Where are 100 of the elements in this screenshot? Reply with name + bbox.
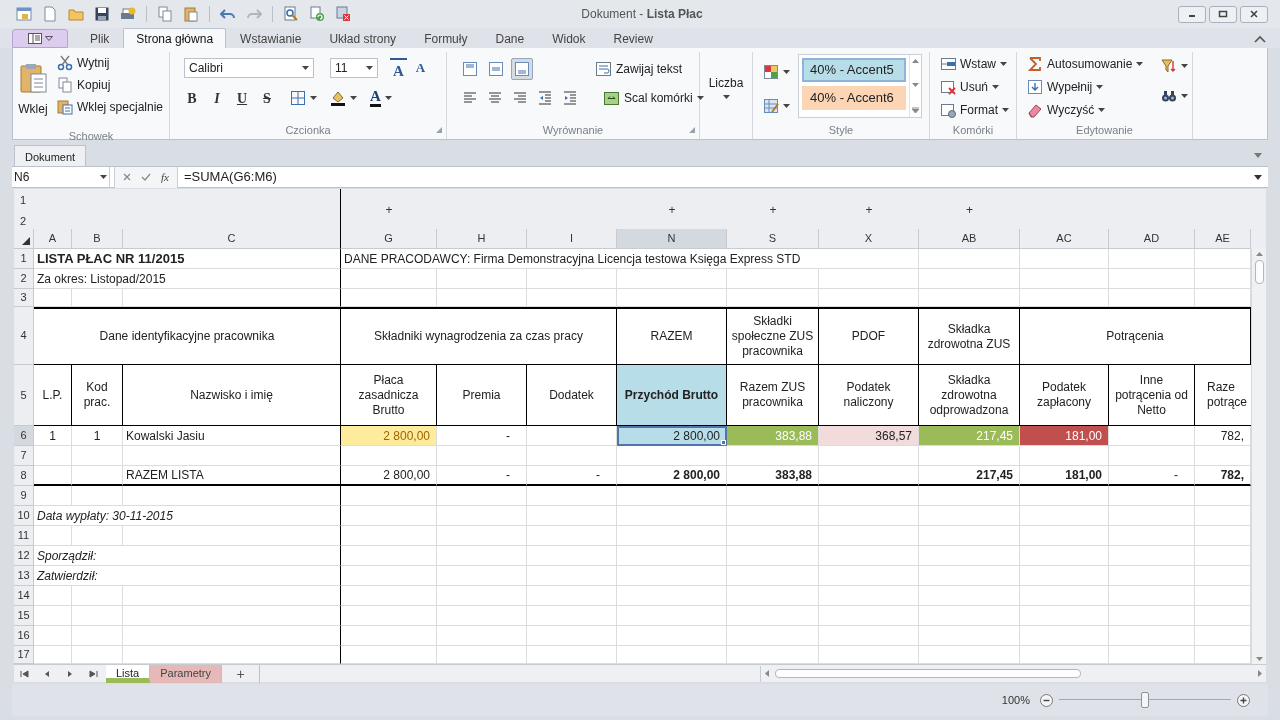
first-sheet-icon[interactable] — [20, 669, 29, 678]
zoom-slider[interactable] — [1059, 691, 1231, 709]
vertical-align-button[interactable] — [511, 58, 533, 80]
row-header[interactable]: 7 — [14, 446, 34, 466]
scroll-left-icon[interactable] — [765, 670, 769, 677]
clipboard-icon[interactable] — [183, 6, 199, 22]
bold-button[interactable]: B — [184, 88, 200, 108]
strikethrough-button[interactable]: S — [259, 88, 275, 108]
zoom-out-icon[interactable] — [1040, 693, 1053, 707]
conditional-format-button[interactable] — [761, 62, 792, 82]
align-center-icon[interactable] — [487, 90, 503, 106]
style-swatch[interactable]: 40% - Accent5 — [802, 58, 906, 82]
row-header[interactable]: 17 — [14, 646, 34, 664]
font-size-field[interactable]: 11 — [330, 58, 378, 78]
header-cell[interactable]: Nazwisko i imię — [123, 365, 341, 426]
header-cell[interactable]: Dodatek — [527, 365, 617, 426]
increase-indent-icon[interactable] — [562, 90, 578, 106]
table-cell[interactable]: 181,00 — [1020, 466, 1109, 486]
align-left-icon[interactable] — [462, 90, 478, 106]
row-header[interactable]: 9 — [14, 486, 34, 506]
scrollbar-thumb[interactable] — [775, 669, 1081, 678]
sheet-title[interactable]: LISTA PŁAC NR 11/2015 — [34, 249, 341, 269]
header-cell[interactable]: Podatek naliczony — [819, 365, 919, 426]
table-format-button[interactable] — [761, 96, 792, 116]
maximize-button[interactable] — [1209, 5, 1237, 23]
expand-group-button[interactable]: + — [383, 191, 395, 229]
close-button[interactable] — [1240, 5, 1268, 23]
zoom-in-icon[interactable] — [1237, 693, 1250, 707]
font-family-field[interactable]: Calibri — [184, 58, 314, 78]
new-document-icon[interactable] — [42, 6, 58, 22]
table-cell[interactable]: 2 800,00 — [341, 426, 437, 446]
ribbon-tab[interactable]: Plik — [76, 29, 124, 48]
paste-button[interactable]: Wklej — [17, 52, 49, 128]
ribbon-tab[interactable]: Dane — [481, 29, 539, 48]
column-header[interactable]: N — [617, 229, 727, 249]
merge-cells-button[interactable]: Scal komórki — [601, 88, 706, 108]
table-cell[interactable]: 383,88 — [727, 466, 819, 486]
add-sheet-button[interactable]: + — [222, 664, 260, 683]
slider-thumb[interactable] — [1141, 692, 1149, 708]
table-cell[interactable]: 1 — [72, 426, 123, 446]
scrollbar-thumb[interactable] — [1254, 260, 1264, 284]
header-cell[interactable]: Kod prac. — [72, 365, 123, 426]
expand-group-button[interactable]: + — [964, 191, 975, 229]
collapse-ribbon-icon[interactable] — [1254, 35, 1266, 43]
row-header[interactable]: 2 — [14, 269, 34, 289]
italic-button[interactable]: I — [209, 88, 225, 108]
last-sheet-icon[interactable] — [89, 669, 98, 678]
table-cell[interactable] — [123, 289, 341, 307]
table-cell[interactable]: DANE PRACODAWCY: Firma Demonstracyjna Licencja testowa Księga Express STD — [341, 249, 919, 269]
grow-font-button[interactable]: A — [390, 58, 407, 78]
close-document-icon[interactable] — [335, 6, 351, 22]
clear-button[interactable]: Wyczyść — [1025, 100, 1146, 120]
table-cell[interactable]: 368,57 — [819, 426, 919, 446]
column-header[interactable]: AE — [1195, 229, 1251, 249]
table-cell[interactable] — [123, 446, 341, 466]
style-swatch[interactable]: 40% - Accent6 — [802, 86, 906, 110]
row-header[interactable]: 4 — [14, 307, 34, 365]
header-cell[interactable]: RAZEM — [617, 307, 727, 365]
header-cell[interactable]: Inne potrącenia od Netto — [1109, 365, 1195, 426]
document-tab[interactable]: Dokument — [14, 145, 87, 166]
scroll-up-icon[interactable] — [1255, 252, 1263, 256]
table-cell[interactable]: - — [437, 466, 527, 486]
table-cell[interactable]: 2 800,00 — [617, 466, 727, 486]
header-cell[interactable]: Razem ZUS pracownika — [727, 365, 819, 426]
table-cell[interactable] — [123, 586, 341, 606]
table-cell[interactable]: RAZEM LISTA — [123, 466, 341, 486]
sheet-tab[interactable]: Lista — [106, 664, 151, 683]
shrink-font-button[interactable]: A — [412, 58, 429, 78]
row-header[interactable]: 6 — [14, 426, 34, 446]
refresh-icon[interactable] — [309, 6, 325, 22]
table-cell[interactable]: 181,00 — [1020, 426, 1109, 446]
column-header[interactable]: X — [819, 229, 919, 249]
row-header[interactable]: 14 — [14, 586, 34, 606]
table-cell[interactable]: Zatwierdził: — [34, 566, 341, 586]
view-menu-button[interactable] — [12, 29, 68, 48]
table-cell[interactable] — [123, 626, 341, 646]
table-cell[interactable]: 782, — [1195, 466, 1251, 486]
table-cell[interactable]: - — [527, 466, 617, 486]
row-header[interactable]: 12 — [14, 546, 34, 566]
table-cell[interactable]: - — [437, 426, 527, 446]
header-cell[interactable]: Potrącenia — [1020, 307, 1251, 365]
column-header[interactable]: A — [34, 229, 72, 249]
row-header[interactable]: 15 — [14, 606, 34, 626]
column-header[interactable]: AC — [1020, 229, 1109, 249]
more-icon[interactable] — [912, 107, 919, 113]
row-header[interactable]: 16 — [14, 626, 34, 646]
table-cell[interactable]: 782, — [1195, 426, 1251, 446]
table-cell[interactable] — [123, 526, 341, 546]
cancel-icon[interactable] — [123, 173, 131, 181]
copy-button[interactable]: Kopiuj — [54, 75, 165, 95]
header-cell[interactable]: Składka zdrowotna odprowadzona — [919, 365, 1020, 426]
header-cell[interactable]: Płaca zasadnicza Brutto — [341, 365, 437, 426]
row-header[interactable]: 11 — [14, 526, 34, 546]
decrease-indent-icon[interactable] — [537, 90, 553, 106]
table-cell[interactable]: Sporządził: — [34, 546, 341, 566]
table-cell[interactable]: 1 — [34, 426, 72, 446]
outline-level-button[interactable]: 2 — [20, 212, 32, 229]
column-header[interactable]: S — [727, 229, 819, 249]
copy-icon[interactable] — [157, 6, 173, 22]
autosum-button[interactable]: Autosumowanie — [1025, 54, 1146, 74]
